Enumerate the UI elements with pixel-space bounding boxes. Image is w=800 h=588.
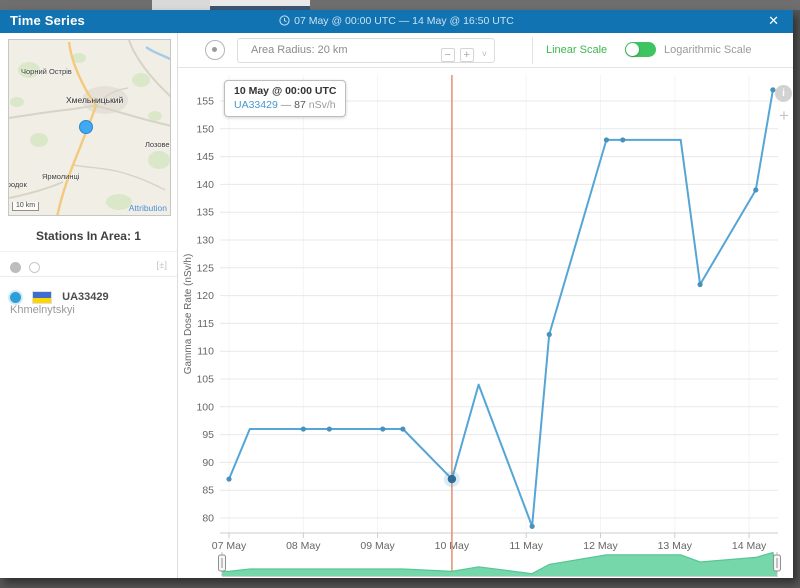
close-icon[interactable]: ✕	[768, 13, 779, 29]
station-list-toolbar: [±]	[0, 251, 177, 277]
x-tick-label: 07 May	[212, 540, 247, 552]
data-point-marker[interactable]	[301, 426, 306, 431]
y-tick-label: 110	[197, 346, 214, 358]
toggle-knob	[626, 43, 639, 56]
data-point-marker[interactable]	[753, 187, 758, 192]
date-range: 07 May @ 00:00 UTC — 14 May @ 16:50 UTC	[0, 15, 793, 27]
y-gridlines: 80 85 90 95 100 105 110 115 120 125 130 135 140 145 15…	[196, 96, 778, 525]
y-tick-label: 125	[196, 262, 214, 274]
tooltip-value-row: UA33429 — 87 nSv/h	[234, 99, 336, 111]
y-tick-label: 145	[196, 151, 214, 163]
chart-zoom-in-icon[interactable]: +	[776, 108, 792, 124]
sidebar: Чорний Острів Хмельницький Лозове Ярмоли…	[0, 33, 178, 578]
deselect-all-stations-dot[interactable]	[29, 262, 40, 273]
chart-tooltip: 10 May @ 00:00 UTC UA33429 — 87 nSv/h	[224, 80, 346, 117]
y-tick-label: 135	[196, 207, 214, 219]
x-tick-label: 12 May	[583, 540, 618, 552]
radius-decrease-button[interactable]: −	[441, 48, 455, 62]
map-label-chornyi-ostriv: Чорний Острів	[21, 67, 72, 76]
navigator[interactable]	[219, 552, 781, 577]
station-map-marker[interactable]	[80, 121, 93, 134]
hovered-data-point[interactable]	[448, 475, 456, 483]
mini-map[interactable]: Чорний Острів Хмельницький Лозове Ярмоли…	[8, 39, 171, 216]
clock-icon	[279, 15, 290, 26]
locate-target-icon[interactable]	[205, 40, 225, 60]
stations-in-area-header: Stations In Area: 1	[0, 229, 177, 243]
data-point-marker[interactable]	[226, 476, 231, 481]
data-point-marker[interactable]	[604, 137, 609, 142]
tooltip-date: 10 May @ 00:00 UTC	[234, 85, 336, 97]
x-gridlines: 07 May08 May09 May10 May11 May12 May13 M…	[212, 75, 767, 552]
y-tick-label: 155	[196, 96, 214, 108]
station-name: Khmelnytskyi	[10, 304, 75, 316]
y-tick-label: 80	[202, 513, 214, 525]
map-label-horodok: Городок	[8, 180, 27, 189]
y-tick-label: 95	[202, 429, 214, 441]
map-label-lozove: Лозове	[145, 140, 170, 149]
x-tick-label: 08 May	[286, 540, 321, 552]
area-radius-input[interactable]: Area Radius: 20 km − + ˅	[237, 38, 495, 63]
time-series-modal: Time Series 07 May @ 00:00 UTC — 14 May …	[0, 10, 793, 578]
station-id: UA33429	[62, 291, 108, 303]
map-scale-bar: 10 km	[12, 202, 39, 211]
data-point-marker[interactable]	[327, 426, 332, 431]
map-label-yarmolyntsi: Ярмолинці	[42, 172, 79, 181]
data-point-marker[interactable]	[547, 332, 552, 337]
x-tick-label: 11 May	[509, 540, 543, 552]
map-attribution-link[interactable]: Attribution	[129, 203, 167, 213]
chevron-down-icon[interactable]: ˅	[482, 43, 487, 66]
data-point-marker[interactable]	[530, 524, 535, 529]
chart-section: Area Radius: 20 km − + ˅ Linear Scale Lo…	[178, 33, 793, 578]
tooltip-unit: nSv/h	[309, 99, 336, 111]
linear-scale-label[interactable]: Linear Scale	[546, 44, 607, 56]
y-tick-label: 130	[196, 235, 214, 247]
y-tick-label: 100	[196, 401, 214, 413]
ukraine-flag-icon	[32, 291, 52, 304]
x-tick-label: 13 May	[658, 540, 693, 552]
chart-control-bar: Area Radius: 20 km − + ˅ Linear Scale Lo…	[178, 33, 793, 68]
x-tick-label: 14 May	[732, 540, 767, 552]
station-list-item[interactable]: UA33429 Khmelnytskyi	[0, 285, 177, 322]
y-tick-label: 115	[197, 318, 214, 330]
y-tick-label: 120	[196, 290, 214, 302]
select-all-stations-dot[interactable]	[10, 262, 21, 273]
series-line[interactable]	[229, 90, 773, 526]
date-range-text: 07 May @ 00:00 UTC — 14 May @ 16:50 UTC	[294, 15, 514, 27]
x-tick-label: 09 May	[360, 540, 395, 552]
y-tick-label: 90	[202, 457, 214, 469]
scale-toggle[interactable]	[625, 42, 656, 57]
expand-stations-icon[interactable]: [±]	[157, 260, 168, 271]
data-point-marker[interactable]	[400, 426, 405, 431]
y-axis-title: Gamma Dose Rate (nSv/h)	[183, 254, 194, 375]
station-selected-radio[interactable]	[10, 292, 21, 303]
underlying-page-strip	[0, 0, 800, 10]
y-tick-label: 85	[202, 485, 214, 497]
logarithmic-scale-label[interactable]: Logarithmic Scale	[664, 44, 751, 56]
tooltip-station-id: UA33429	[234, 99, 278, 111]
navigator-area	[222, 553, 777, 577]
radius-increase-button[interactable]: +	[460, 48, 474, 62]
y-tick-label: 140	[196, 179, 214, 191]
y-tick-label: 150	[196, 123, 214, 135]
app-background: Time Series 07 May @ 00:00 UTC — 14 May …	[0, 0, 800, 588]
y-tick-label: 105	[196, 374, 214, 386]
map-label-khmelnytskyi: Хмельницький	[66, 95, 123, 105]
data-point-marker[interactable]	[697, 282, 702, 287]
chart-info-icon[interactable]: i	[775, 85, 792, 102]
data-point-marker[interactable]	[380, 426, 385, 431]
tooltip-value: 87	[294, 99, 306, 111]
divider	[532, 37, 533, 64]
data-point-marker[interactable]	[620, 137, 625, 142]
modal-header: Time Series 07 May @ 00:00 UTC — 14 May …	[0, 10, 793, 33]
area-radius-value: Area Radius: 20 km	[251, 44, 348, 56]
time-series-chart[interactable]: 07 May08 May09 May10 May11 May12 May13 M…	[178, 68, 793, 578]
